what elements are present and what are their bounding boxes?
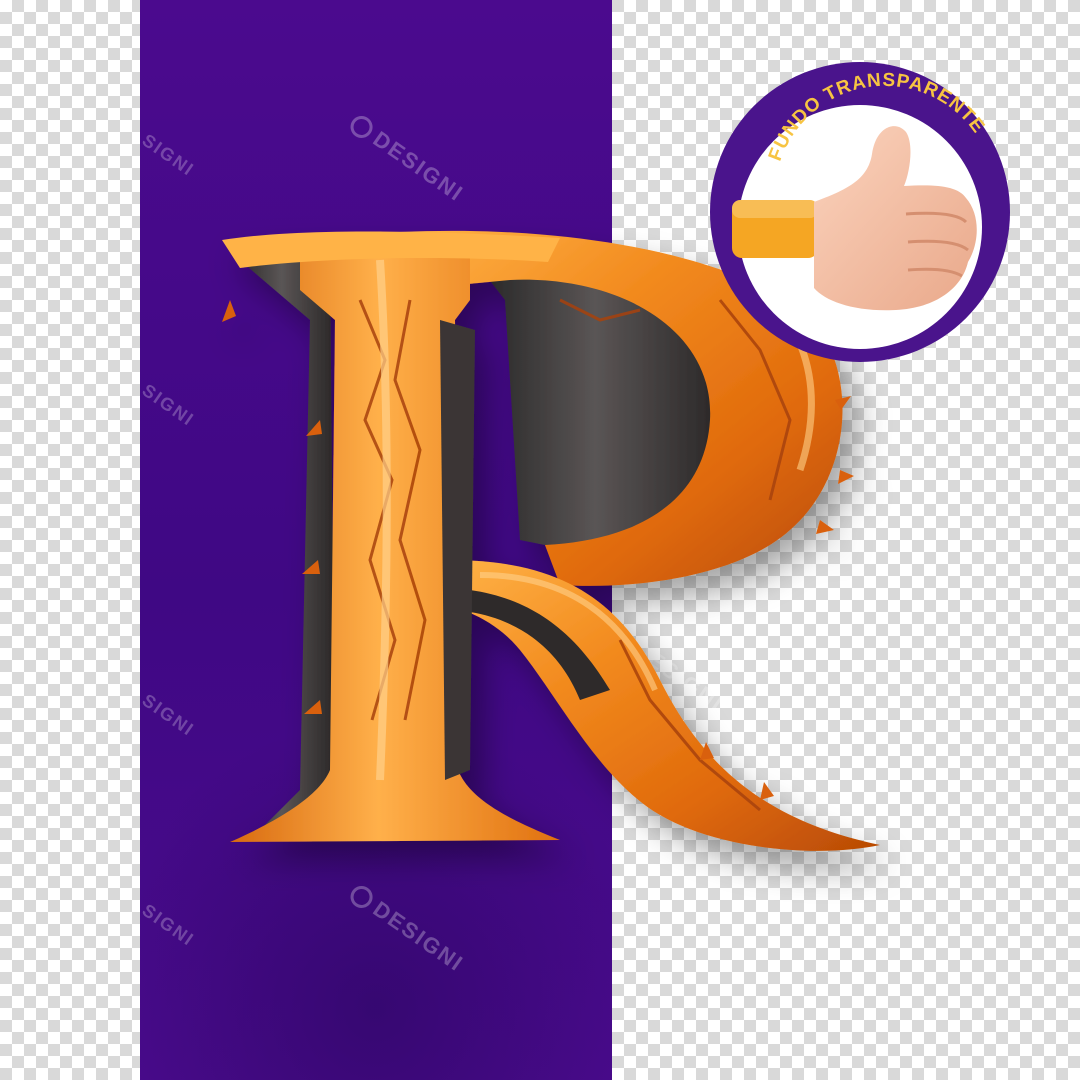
- transparent-background-badge: FUNDO TRANSPARENTE: [710, 62, 1010, 362]
- transparent-background: DESIGNI DESIGNI DESIGNI SIGNI SIGNI SIGN…: [0, 0, 1080, 1080]
